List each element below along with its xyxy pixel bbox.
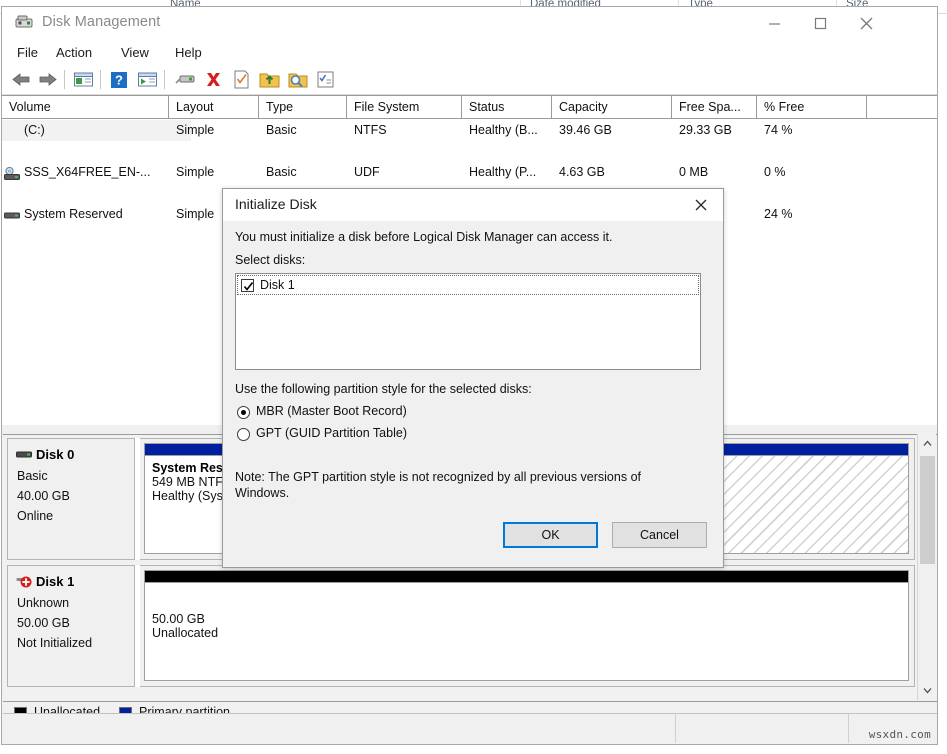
forward-arrow-icon[interactable] [36, 68, 59, 91]
cell-capacity: 39.46 GB [559, 120, 612, 141]
show-hide-action-pane-icon[interactable] [136, 68, 159, 91]
delete-icon[interactable] [202, 68, 225, 91]
cell-volume: (C:) [2, 120, 191, 141]
menu-bar: File Action View Help [2, 40, 937, 65]
help-icon[interactable]: ? [108, 68, 131, 91]
menu-action[interactable]: Action [50, 43, 98, 62]
disk-panel-scrollbar[interactable] [917, 434, 936, 700]
show-hide-console-tree-icon[interactable] [72, 68, 95, 91]
disk-1-state: Not Initialized [17, 636, 92, 650]
mbr-label: MBR (Master Boot Record) [256, 404, 407, 418]
status-bar-divider [848, 714, 849, 743]
partition-unallocated[interactable]: 50.00 GB Unallocated [144, 570, 909, 681]
disk-1-title: Disk 1 [36, 574, 74, 589]
table-row[interactable]: System Reserved Simple Basic NTFS Health… [2, 162, 937, 183]
back-arrow-icon[interactable] [10, 68, 33, 91]
cell-file-system: NTFS [354, 120, 387, 141]
dialog-title: Initialize Disk [235, 196, 317, 212]
menu-view[interactable]: View [115, 43, 155, 62]
ok-button[interactable]: OK [503, 522, 598, 548]
properties-icon[interactable] [230, 68, 253, 91]
dialog-title-bar: Initialize Disk [223, 189, 723, 221]
column-header-file-system[interactable]: File System [347, 96, 462, 119]
menu-file[interactable]: File [11, 43, 44, 62]
partition-status: Unallocated [152, 626, 901, 640]
dialog-close-button[interactable] [679, 189, 723, 221]
disk-management-icon [15, 15, 33, 30]
scrollbar-thumb[interactable] [920, 456, 935, 564]
column-header-type[interactable]: Type [259, 96, 347, 119]
unknown-disk-icon [16, 575, 34, 589]
minimize-button[interactable] [752, 7, 797, 40]
watermark: wsxdn.com [869, 728, 931, 741]
gpt-radio-button[interactable] [237, 428, 250, 441]
disk-0-state: Online [17, 509, 53, 523]
toolbar-divider [100, 70, 101, 89]
maximize-button[interactable] [798, 7, 843, 40]
rescan-disks-icon[interactable] [174, 68, 197, 91]
disk-1-size: 50.00 GB [17, 616, 70, 630]
column-header-filler [867, 96, 937, 119]
partition-color-cap [145, 571, 908, 582]
disk-0-type: Basic [17, 469, 48, 483]
disk-0-info: Disk 0 Basic 40.00 GB Online [7, 438, 135, 560]
column-header-percent-free[interactable]: % Free [757, 96, 867, 119]
partition-body: 50.00 GB Unallocated [145, 582, 908, 680]
disk-1-label: Disk 1 [260, 278, 295, 292]
gpt-note-text: Note: The GPT partition style is not rec… [235, 469, 697, 501]
cell-free-space: 29.33 GB [679, 120, 732, 141]
status-bar-divider [675, 714, 676, 743]
list-item[interactable]: Disk 1 [237, 275, 699, 295]
mbr-radio-button[interactable] [237, 406, 250, 419]
dialog-body: You must initialize a disk before Logica… [223, 221, 723, 567]
cell-percent-free: 24 % [764, 204, 793, 225]
disk-1-type: Unknown [17, 596, 69, 610]
search-icon[interactable] [286, 68, 309, 91]
disk-1-partitions: 50.00 GB Unallocated [140, 565, 915, 687]
cell-percent-free: 74 % [764, 120, 793, 141]
cell-type: Basic [266, 120, 297, 141]
window-title-bar: Disk Management [2, 7, 937, 40]
partition-size: 50.00 GB [152, 612, 901, 626]
table-row[interactable]: SSS_X64FREE_EN-... Simple Basic UDF Heal… [2, 141, 937, 162]
volume-list-header: Volume Layout Type File System Status Ca… [2, 95, 937, 119]
menu-help[interactable]: Help [169, 43, 208, 62]
status-bar: wsxdn.com [3, 713, 937, 743]
disk-selection-listbox[interactable]: Disk 1 [235, 273, 701, 370]
export-list-icon[interactable] [258, 68, 281, 91]
scroll-down-icon[interactable] [918, 681, 936, 700]
select-disks-label: Select disks: [235, 253, 305, 267]
toolbar-divider [64, 70, 65, 89]
gpt-label: GPT (GUID Partition Table) [256, 426, 407, 440]
cell-status: Healthy (B... [469, 120, 538, 141]
cell-layout: Simple [176, 204, 214, 225]
disk-1-info: Disk 1 Unknown 50.00 GB Not Initialized [7, 565, 135, 687]
column-header-capacity[interactable]: Capacity [552, 96, 672, 119]
window-title: Disk Management [42, 14, 160, 30]
cell-layout: Simple [176, 120, 214, 141]
svg-text:?: ? [115, 73, 123, 88]
column-header-volume[interactable]: Volume [2, 96, 169, 119]
checklist-icon[interactable] [314, 68, 337, 91]
toolbar-divider [164, 70, 165, 89]
column-header-layout[interactable]: Layout [169, 96, 259, 119]
disk-0-size: 40.00 GB [17, 489, 70, 503]
partition-style-label: Use the following partition style for th… [235, 382, 532, 396]
initialize-disk-dialog: Initialize Disk You must initialize a di… [222, 188, 724, 568]
scroll-up-icon[interactable] [918, 434, 936, 453]
table-row[interactable]: (C:) Simple Basic NTFS Healthy (B... 39.… [2, 120, 937, 141]
dialog-description: You must initialize a disk before Logica… [235, 230, 613, 244]
disk-0-title: Disk 0 [36, 447, 74, 462]
disk-1-checkbox[interactable] [241, 279, 254, 292]
toolbar: ? [2, 65, 937, 95]
basic-disk-icon [16, 448, 34, 462]
disk-block-1[interactable]: Disk 1 Unknown 50.00 GB Not Initialized … [7, 565, 915, 687]
cancel-button[interactable]: Cancel [612, 522, 707, 548]
close-button[interactable] [844, 7, 889, 40]
column-header-free-space[interactable]: Free Spa... [672, 96, 757, 119]
cell-volume: System Reserved [2, 204, 191, 225]
column-header-status[interactable]: Status [462, 96, 552, 119]
